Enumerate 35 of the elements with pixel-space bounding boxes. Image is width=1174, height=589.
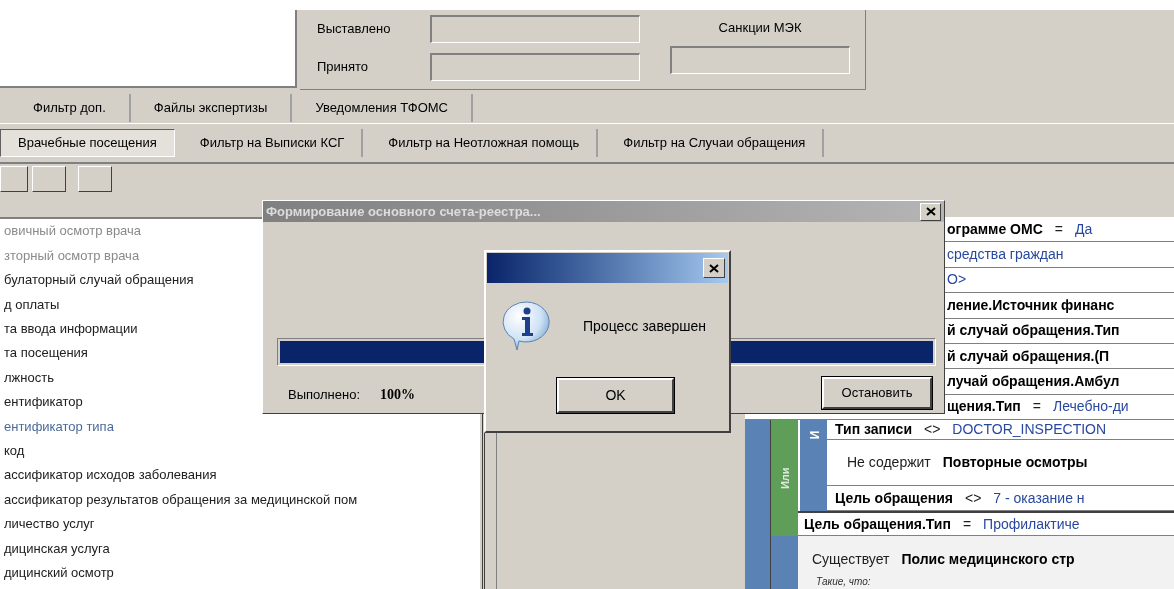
condition-field: й случай обращения.(П — [947, 345, 1110, 367]
dialog-title: Формирование основного счета-реестра... — [266, 202, 541, 221]
condition-operator: = — [1054, 219, 1063, 239]
or-label: Или — [777, 467, 792, 489]
condition-field: Цель обращения.Тип — [804, 513, 951, 535]
and-label: И — [807, 430, 821, 440]
condition-operator: = — [1032, 397, 1041, 417]
condition-value: Профилактиче — [983, 514, 1080, 534]
condition-value: Да — [1074, 219, 1093, 239]
done-label: Выполнено: — [288, 385, 360, 404]
condition-field: Полис медицинского стр — [901, 548, 1075, 570]
message-text: Процесс завершен — [583, 317, 706, 336]
condition-field: Тип записи — [835, 419, 912, 441]
condition-operator: <> — [924, 420, 941, 440]
condition-operator: = — [962, 514, 972, 534]
condition-value: Лечебно-ди — [1053, 397, 1129, 417]
condition-field: ление.Источник финанс — [947, 294, 1115, 316]
field-label: Принято — [317, 58, 370, 77]
condition-field: й случай обращения.Тип — [947, 320, 1120, 342]
condition-field: щения.Тип — [947, 396, 1021, 418]
condition-field: Цель обращения — [835, 487, 953, 509]
condition-value: O> — [947, 270, 967, 290]
condition-field: Повторные осмотры — [942, 452, 1088, 474]
condition-field: лучай обращения.Амбул — [947, 371, 1120, 393]
condition-operator: <> — [964, 488, 982, 508]
sanctions-label: Санкции МЭК — [718, 19, 802, 37]
field-label: Выставлено — [317, 20, 392, 39]
condition-field: ограмме ОМС — [947, 218, 1043, 240]
condition-operator: Существует — [812, 549, 890, 569]
condition-value: 7 - оказание н — [993, 488, 1085, 508]
condition-note: Такие, что: — [816, 574, 871, 589]
percent-value: 100% — [380, 386, 415, 404]
condition-operator: Не содержит — [847, 453, 931, 473]
condition-value: DOCTOR_INSPECTION — [952, 420, 1107, 440]
condition-value: средства граждан — [947, 245, 1064, 265]
